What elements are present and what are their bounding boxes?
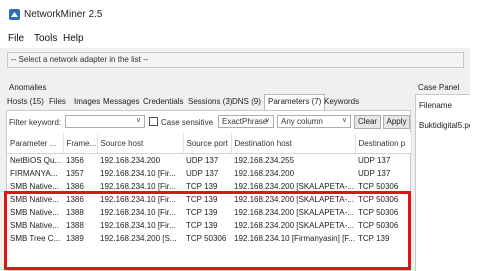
table-cell: 192.168.234.10 [Fir... [100, 195, 176, 204]
menu-bar: File Tools Help [0, 30, 470, 48]
parameters-table: Parameter ... Frame... Source host Sourc… [7, 133, 412, 245]
network-adapter-select[interactable]: -- Select a network adapter in the list … [7, 52, 464, 68]
match-mode-value: ExactPhrase [222, 117, 268, 126]
tab-strip: Hosts (15) Files Images Messages Credent… [6, 94, 411, 112]
table-cell: 192.168.234.200 [100, 156, 161, 165]
table-cell: 1356 [66, 156, 84, 165]
table-cell: TCP 50306 [358, 182, 399, 191]
table-cell: 192.168.234.10 [Firmanyasin] [F... [234, 234, 355, 243]
column-header-source-port[interactable]: Source port [183, 133, 232, 154]
table-cell: TCP 139 [186, 208, 218, 217]
chevron-down-icon[interactable]: ∨ [136, 116, 141, 124]
tab-images[interactable]: Images [74, 97, 100, 106]
menu-help[interactable]: Help [63, 33, 84, 44]
table-cell: 1357 [66, 169, 84, 178]
case-sensitive-checkbox[interactable] [149, 117, 158, 126]
table-cell: SMB Native... [10, 182, 59, 191]
table-cell: 192.168.234.10 [Fir... [100, 182, 176, 191]
filter-keyword-label: Filter keyword: [9, 118, 62, 127]
table-cell: TCP 50306 [358, 208, 399, 217]
table-cell: 192.168.234.200 [SKALAPETA-... [234, 182, 354, 191]
match-mode-select[interactable]: ExactPhrase ∨ [218, 115, 274, 128]
menu-file[interactable]: File [8, 33, 24, 44]
table-cell: UDP 137 [186, 156, 219, 165]
column-header-destination-port[interactable]: Destination p [355, 133, 412, 154]
table-row[interactable]: SMB Native... 1386 192.168.234.10 [Fir..… [7, 180, 411, 193]
case-panel-title: Case Panel [418, 83, 460, 92]
tab-credentials[interactable]: Credentials [143, 97, 183, 106]
apply-button[interactable]: Apply [383, 115, 410, 129]
table-cell: 1386 [66, 182, 84, 191]
table-cell: TCP 139 [186, 195, 218, 204]
table-cell: 192.168.234.10 [Fir... [100, 169, 176, 178]
table-cell: SMB Tree C... [10, 234, 61, 243]
title-bar: NetworkMiner 2.5 [0, 0, 470, 30]
table-row[interactable]: SMB Native... 1388 192.168.234.10 [Fir..… [7, 206, 411, 219]
table-cell: 192.168.234.10 [Fir... [100, 208, 176, 217]
anomalies-label: Anomalies [9, 83, 47, 92]
tab-keywords[interactable]: Keywords [324, 97, 359, 106]
table-cell: NetBIOS Qu... [10, 156, 62, 165]
table-cell: FIRMANYA... [10, 169, 58, 178]
network-adapter-text: -- Select a network adapter in the list … [11, 55, 149, 64]
table-cell: 1388 [66, 208, 84, 217]
table-cell: 192.168.234.200 [234, 169, 295, 178]
table-cell: SMB Native... [10, 221, 59, 230]
table-cell: 192.168.234.200 [SKALAPETA-... [234, 221, 354, 230]
table-cell: 192.168.234.200 [SKALAPETA-... [234, 195, 354, 204]
table-row[interactable]: SMB Tree C... 1389 192.168.234.200 [S...… [7, 232, 411, 245]
table-cell: TCP 50306 [186, 234, 227, 243]
table-cell: TCP 139 [186, 182, 218, 191]
tab-hosts[interactable]: Hosts (15) [7, 97, 44, 106]
table-cell: 192.168.234.200 [SKALAPETA-... [234, 208, 354, 217]
table-cell: 192.168.234.200 [S... [100, 234, 177, 243]
table-header-row: Parameter ... Frame... Source host Sourc… [7, 133, 412, 154]
networkminer-window: NetworkMiner 2.5 File Tools Help -- Sele… [0, 0, 470, 271]
filter-keyword-input[interactable]: ∨ [65, 115, 145, 128]
table-cell: UDP 137 [358, 169, 391, 178]
networkminer-logo-icon [9, 9, 20, 20]
table-cell: TCP 139 [186, 221, 218, 230]
tab-sessions[interactable]: Sessions (3) [188, 97, 232, 106]
table-row[interactable]: NetBIOS Qu... 1356 192.168.234.200 UDP 1… [7, 154, 411, 168]
table-cell: 1388 [66, 221, 84, 230]
table-cell: 192.168.234.10 [Fir... [100, 221, 176, 230]
case-column-filename[interactable]: Filename [419, 101, 452, 110]
case-file-item[interactable]: Buktidigital5.pcap [419, 121, 470, 130]
tab-messages[interactable]: Messages [103, 97, 139, 106]
table-row[interactable]: SMB Native... 1388 192.168.234.10 [Fir..… [7, 219, 411, 232]
table-cell: 1389 [66, 234, 84, 243]
main-panel: Anomalies Hosts (15) Files Images Messag… [6, 80, 412, 271]
table-cell: SMB Native... [10, 208, 59, 217]
parameters-panel: Filter keyword: ∨ Case sensitive ExactPh… [6, 110, 412, 271]
column-value: Any column [281, 117, 323, 126]
filter-bar: Filter keyword: ∨ Case sensitive ExactPh… [7, 115, 412, 131]
clear-button[interactable]: Clear [354, 115, 381, 129]
column-header-source-host[interactable]: Source host [97, 133, 184, 154]
table-cell: 192.168.234.255 [234, 156, 295, 165]
window-title: NetworkMiner 2.5 [24, 9, 103, 20]
table-cell: TCP 50306 [358, 195, 399, 204]
case-panel: Case Panel Filename Buktidigital5.pcap [414, 80, 470, 271]
column-select[interactable]: Any column ∨ [277, 115, 351, 128]
column-header-parameter[interactable]: Parameter ... [7, 133, 64, 154]
chevron-down-icon[interactable]: ∨ [265, 116, 270, 124]
case-sensitive-label: Case sensitive [161, 118, 214, 127]
tab-files[interactable]: Files [49, 97, 66, 106]
table-row[interactable]: FIRMANYA... 1357 192.168.234.10 [Fir... … [7, 167, 411, 180]
table-cell: 1386 [66, 195, 84, 204]
table-cell: UDP 137 [358, 156, 391, 165]
menu-tools[interactable]: Tools [34, 33, 57, 44]
table-cell: UDP 137 [186, 169, 219, 178]
column-header-destination-host[interactable]: Destination host [231, 133, 356, 154]
column-header-frame[interactable]: Frame... [63, 133, 98, 154]
tab-dns[interactable]: DNS (9) [232, 97, 261, 106]
table-cell: SMB Native... [10, 195, 59, 204]
table-cell: TCP 50306 [358, 221, 399, 230]
table-row[interactable]: SMB Native... 1386 192.168.234.10 [Fir..… [7, 193, 411, 206]
chevron-down-icon[interactable]: ∨ [342, 116, 347, 124]
case-file-list: Filename Buktidigital5.pcap [415, 94, 470, 271]
table-cell: TCP 139 [358, 234, 390, 243]
